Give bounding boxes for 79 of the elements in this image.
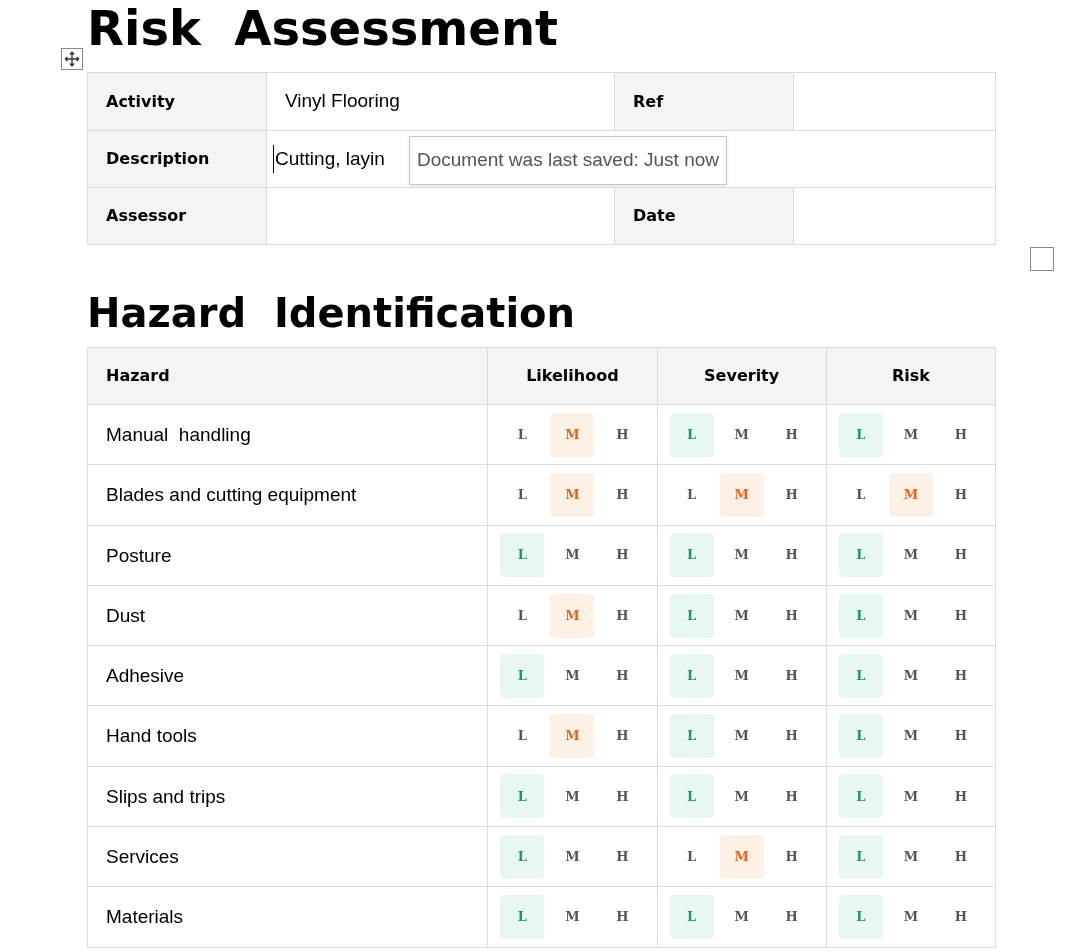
column-header: Hazard	[106, 365, 170, 387]
hazard-name: Posture	[106, 544, 172, 566]
rating-option[interactable]: M	[550, 774, 595, 819]
hazard-name: Hand tools	[106, 725, 197, 747]
field-value: Cutting, layin	[273, 144, 385, 174]
tooltip: Document was last saved: Just now	[409, 136, 728, 185]
rating-option[interactable]: H	[600, 834, 645, 879]
rating-option[interactable]: H	[769, 714, 814, 759]
rating-option[interactable]: M	[888, 834, 933, 879]
rating-option[interactable]: H	[600, 714, 645, 759]
rating-option[interactable]: M	[550, 895, 595, 939]
field-label: Activity	[106, 90, 175, 113]
rating-option[interactable]: H	[769, 593, 814, 638]
rating-option[interactable]: M	[550, 834, 595, 879]
rating-option[interactable]: M	[719, 895, 764, 939]
rating-option[interactable]: H	[600, 472, 645, 517]
rating-option[interactable]: M	[719, 653, 764, 698]
rating-option[interactable]: M	[888, 653, 933, 698]
rating-option[interactable]: L	[669, 472, 714, 517]
rating-option[interactable]: L	[500, 412, 545, 457]
rating-option[interactable]: H	[938, 774, 983, 819]
rating-option[interactable]: H	[938, 472, 983, 517]
rating-option[interactable]: M	[719, 714, 764, 759]
rating-option[interactable]: M	[719, 533, 764, 578]
rating-option[interactable]: L	[669, 834, 714, 879]
hazard-name: Slips and trips	[106, 785, 226, 807]
document-title: Risk Assessment	[87, 0, 558, 58]
rating-option[interactable]: H	[600, 653, 645, 698]
column-header: Risk	[891, 365, 930, 387]
rating-option[interactable]: H	[938, 533, 983, 578]
table-resize-handle[interactable]	[1030, 247, 1054, 271]
rating-option[interactable]: M	[888, 774, 933, 819]
rating-option[interactable]: M	[888, 533, 933, 578]
rating-option[interactable]: H	[769, 533, 814, 578]
rating-option[interactable]: M	[888, 593, 933, 638]
rating-option[interactable]: H	[938, 895, 983, 939]
rating-option[interactable]: M	[719, 412, 764, 457]
hazard-name: Blades and cutting equipment	[106, 484, 357, 506]
rating-option[interactable]: H	[600, 593, 645, 638]
rating-option[interactable]: H	[938, 412, 983, 457]
rating-option[interactable]: H	[769, 774, 814, 819]
hazard-name: Manual handling	[106, 424, 251, 445]
move-icon[interactable]	[61, 48, 83, 70]
rating-option[interactable]: L	[500, 714, 545, 759]
rating-option[interactable]: H	[938, 593, 983, 638]
rating-option[interactable]: M	[550, 533, 595, 578]
rating-option[interactable]: H	[938, 714, 983, 759]
rating-option[interactable]: H	[938, 653, 983, 698]
field-value: Vinyl Flooring	[285, 89, 400, 114]
hazard-name: Services	[106, 846, 179, 868]
field-label: Description	[106, 148, 210, 170]
column-header: Severity	[704, 365, 780, 387]
rating-option[interactable]: L	[838, 472, 883, 517]
rating-option[interactable]: H	[769, 412, 814, 457]
rating-option[interactable]: M	[719, 774, 764, 819]
rating-option[interactable]: H	[769, 653, 814, 698]
rating-option[interactable]: H	[600, 895, 645, 939]
hazard-name: Materials	[106, 906, 184, 928]
rating-option[interactable]: H	[769, 834, 814, 879]
rating-option[interactable]: M	[888, 412, 933, 457]
rating-option[interactable]: M	[719, 593, 764, 638]
hazard-name: Adhesive	[106, 665, 185, 687]
rating-option[interactable]: L	[500, 593, 545, 638]
rating-option[interactable]: H	[769, 895, 814, 939]
rating-option[interactable]: M	[888, 714, 933, 759]
field-label: Assessor	[106, 205, 187, 227]
rating-option[interactable]: H	[600, 774, 645, 819]
field-label: Date	[633, 205, 676, 227]
hazard-name: Dust	[106, 604, 146, 626]
rating-option[interactable]: H	[600, 533, 645, 578]
section-heading: Hazard Identification	[87, 289, 576, 337]
field-label: Ref	[633, 90, 664, 113]
rating-option[interactable]: H	[600, 412, 645, 457]
rating-option[interactable]: M	[550, 653, 595, 698]
rating-option[interactable]: M	[888, 895, 933, 939]
rating-option[interactable]: H	[938, 834, 983, 879]
rating-option[interactable]: L	[500, 472, 545, 517]
rating-option[interactable]: H	[769, 472, 814, 517]
column-header: Likelihood	[526, 365, 619, 387]
